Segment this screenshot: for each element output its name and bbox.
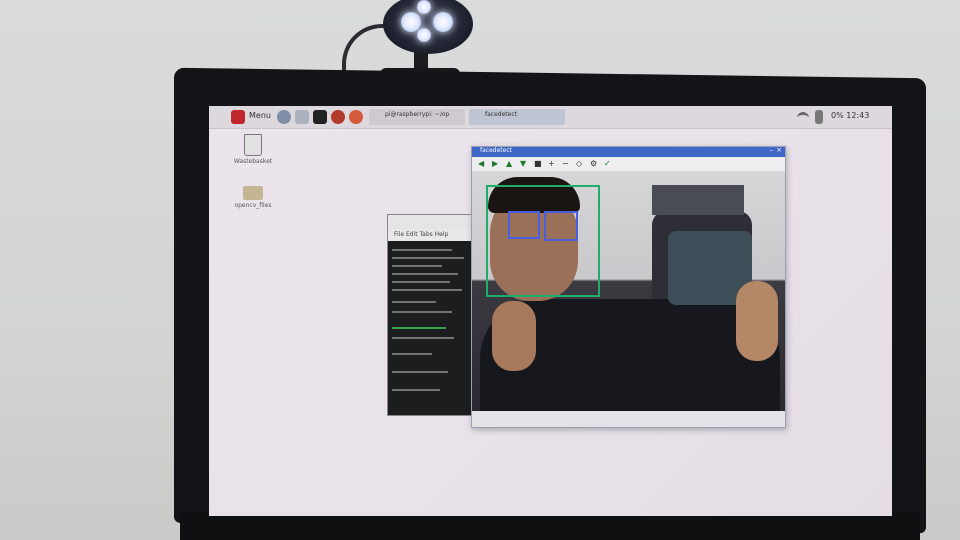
video-window[interactable]: facedetect – × ◀ ▶ ▲ ▼ ■ + − ◇ ⚙ ✓ xyxy=(471,146,786,428)
arrow-down-icon[interactable]: ▼ xyxy=(520,160,528,168)
camera-feed xyxy=(472,171,785,411)
trash-icon xyxy=(244,134,262,156)
mathematica-icon[interactable] xyxy=(331,110,345,124)
webcam xyxy=(383,0,473,54)
zoom-out-icon[interactable]: − xyxy=(562,160,570,168)
close-icon[interactable]: × xyxy=(776,146,782,154)
monitor-screen: Menu pi@raspberrypi: ~/op facedetect 0% … xyxy=(209,106,892,516)
arrow-left-icon[interactable]: ◀ xyxy=(478,160,486,168)
arrow-up-icon[interactable]: ▲ xyxy=(506,160,514,168)
volume-icon[interactable] xyxy=(815,110,823,124)
terminal-titlebar[interactable] xyxy=(388,215,484,229)
video-statusbar xyxy=(472,411,785,427)
face-detection-box xyxy=(486,185,600,297)
wolfram-icon[interactable] xyxy=(349,110,363,124)
eye-detection-box-left xyxy=(508,211,540,239)
raspberry-icon[interactable] xyxy=(231,110,245,124)
menu-label[interactable]: Menu xyxy=(249,111,271,120)
arrow-right-icon[interactable]: ▶ xyxy=(492,160,500,168)
properties-icon[interactable]: ⚙ xyxy=(590,160,598,168)
browser-icon[interactable] xyxy=(277,110,291,124)
zoom-fit-icon[interactable]: ◇ xyxy=(576,160,584,168)
webcam-led xyxy=(401,12,421,32)
file-manager-icon[interactable] xyxy=(295,110,309,124)
eye-detection-box-right xyxy=(544,211,578,241)
person-hand-right xyxy=(736,281,778,361)
minimize-icon[interactable]: – xyxy=(770,146,774,154)
save-icon[interactable]: ■ xyxy=(534,160,542,168)
wifi-icon[interactable] xyxy=(797,112,809,125)
webcam-led xyxy=(417,28,431,42)
person-hand xyxy=(492,301,536,371)
folder-icon xyxy=(243,186,263,200)
webcam-led xyxy=(417,0,431,14)
desktop-icon-folder[interactable]: opencv_files xyxy=(233,186,273,209)
monitor-bottom-bezel xyxy=(180,512,920,540)
taskbar-window-facedetect[interactable]: facedetect xyxy=(469,109,565,125)
terminal-icon[interactable] xyxy=(313,110,327,124)
terminal-output xyxy=(388,241,484,415)
desktop-icon-trash[interactable]: Wastebasket xyxy=(233,134,273,165)
clock: 0% 12:43 xyxy=(831,111,870,120)
webcam-led xyxy=(433,12,453,32)
pan-icon[interactable]: ✓ xyxy=(604,160,612,168)
taskbar: Menu pi@raspberrypi: ~/op facedetect 0% … xyxy=(209,106,892,129)
zoom-in-icon[interactable]: + xyxy=(548,160,556,168)
terminal-menu[interactable]: File Edit Tabs Help xyxy=(388,229,484,241)
photo-scene: Menu pi@raspberrypi: ~/op facedetect 0% … xyxy=(0,0,960,540)
background-monitor xyxy=(652,185,744,215)
video-toolbar: ◀ ▶ ▲ ▼ ■ + − ◇ ⚙ ✓ xyxy=(472,157,785,171)
taskbar-window-terminal[interactable]: pi@raspberrypi: ~/op xyxy=(369,109,465,125)
video-window-titlebar[interactable]: facedetect – × xyxy=(472,146,785,157)
